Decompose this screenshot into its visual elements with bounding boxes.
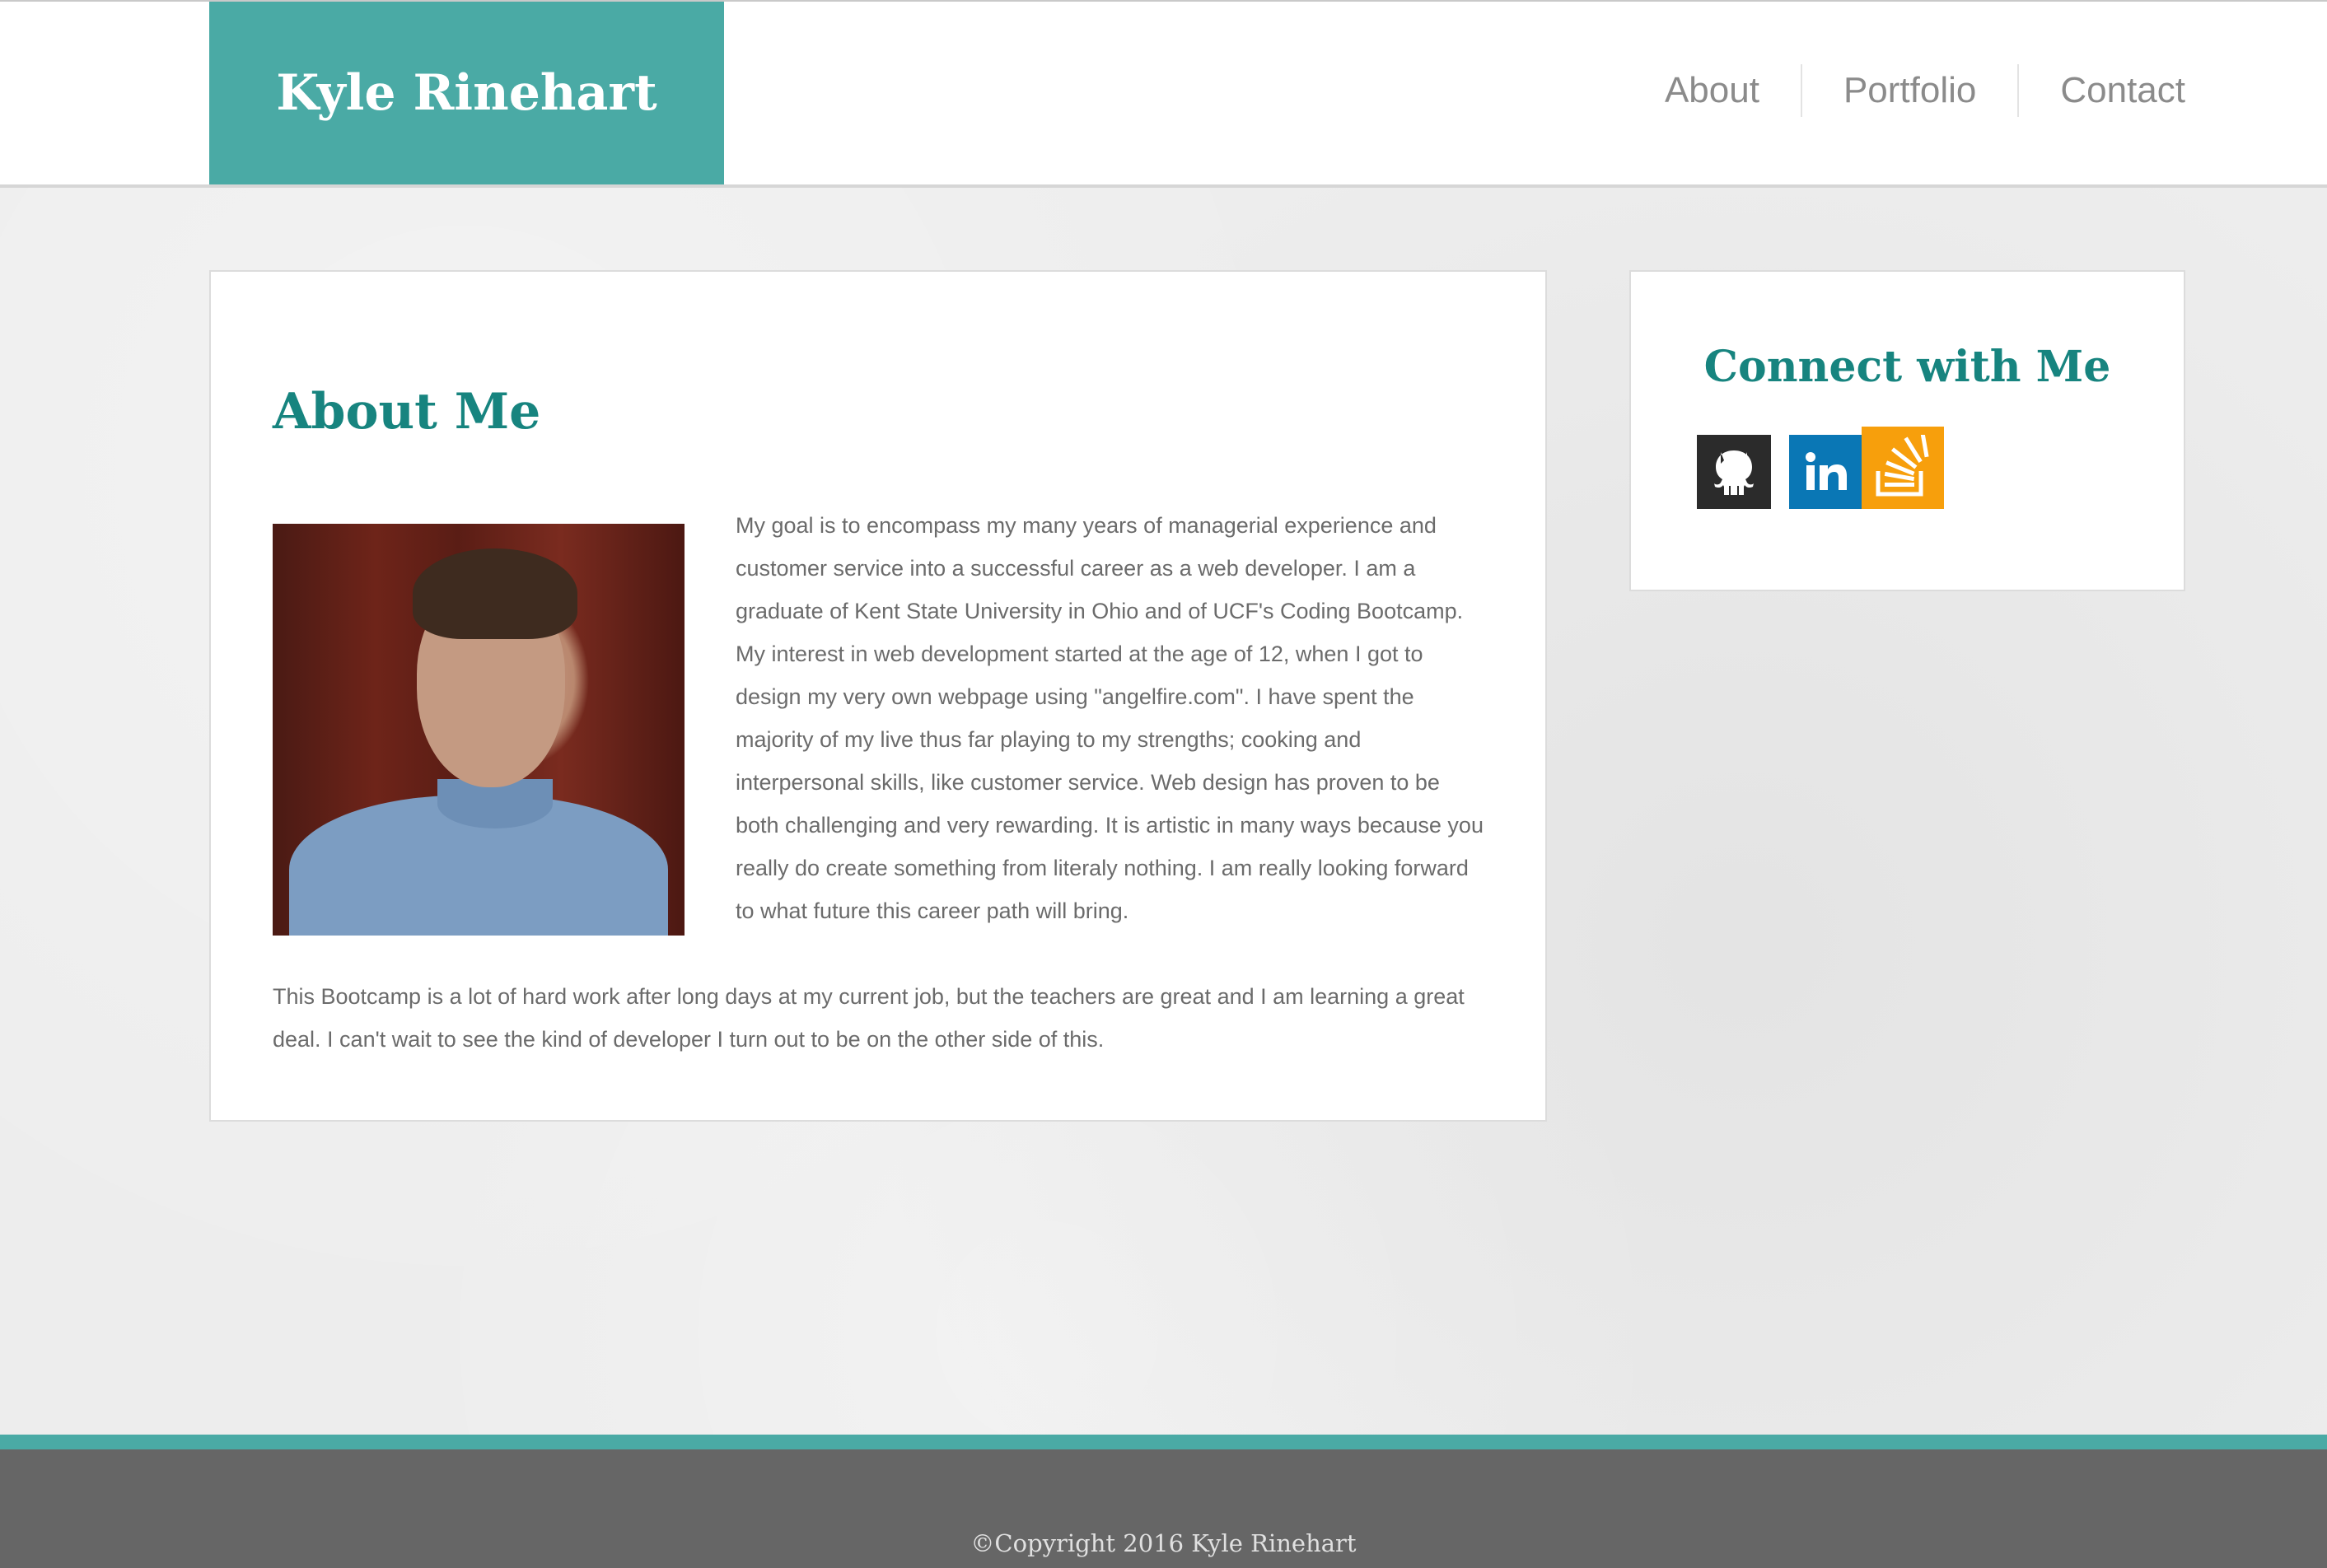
stackoverflow-link[interactable] bbox=[1862, 427, 1944, 509]
copyright-text: ©Copyright 2016 Kyle Rinehart bbox=[970, 1529, 1357, 1557]
nav-link-portfolio[interactable]: Portfolio bbox=[1802, 64, 2020, 117]
site-header: Kyle Rinehart About Portfolio Contact bbox=[0, 0, 2327, 188]
nav-link-about[interactable]: About bbox=[1624, 64, 1802, 117]
nav-link-contact[interactable]: Contact bbox=[2019, 64, 2185, 117]
linkedin-link[interactable] bbox=[1789, 435, 1863, 509]
bio-paragraph-2: This Bootcamp is a lot of hard work afte… bbox=[273, 984, 1465, 1052]
site-brand-link[interactable]: Kyle Rinehart bbox=[209, 2, 724, 184]
linkedin-icon bbox=[1806, 452, 1847, 490]
connect-card: Connect with Me bbox=[1629, 270, 2185, 591]
stackoverflow-icon bbox=[1876, 435, 1929, 497]
about-heading: About Me bbox=[273, 383, 541, 441]
photo-hair bbox=[413, 548, 577, 639]
main-nav: About Portfolio Contact bbox=[1624, 64, 2185, 117]
profile-photo bbox=[273, 524, 685, 936]
site-footer: ©Copyright 2016 Kyle Rinehart bbox=[0, 1435, 2327, 1568]
bio-paragraph-1: My goal is to encompass my many years of… bbox=[736, 513, 1484, 923]
about-card: About Me My goal is to encompass my many… bbox=[209, 270, 1547, 1122]
github-icon bbox=[1714, 450, 1754, 495]
github-link[interactable] bbox=[1697, 435, 1771, 509]
connect-heading: Connect with Me bbox=[1703, 342, 2111, 392]
